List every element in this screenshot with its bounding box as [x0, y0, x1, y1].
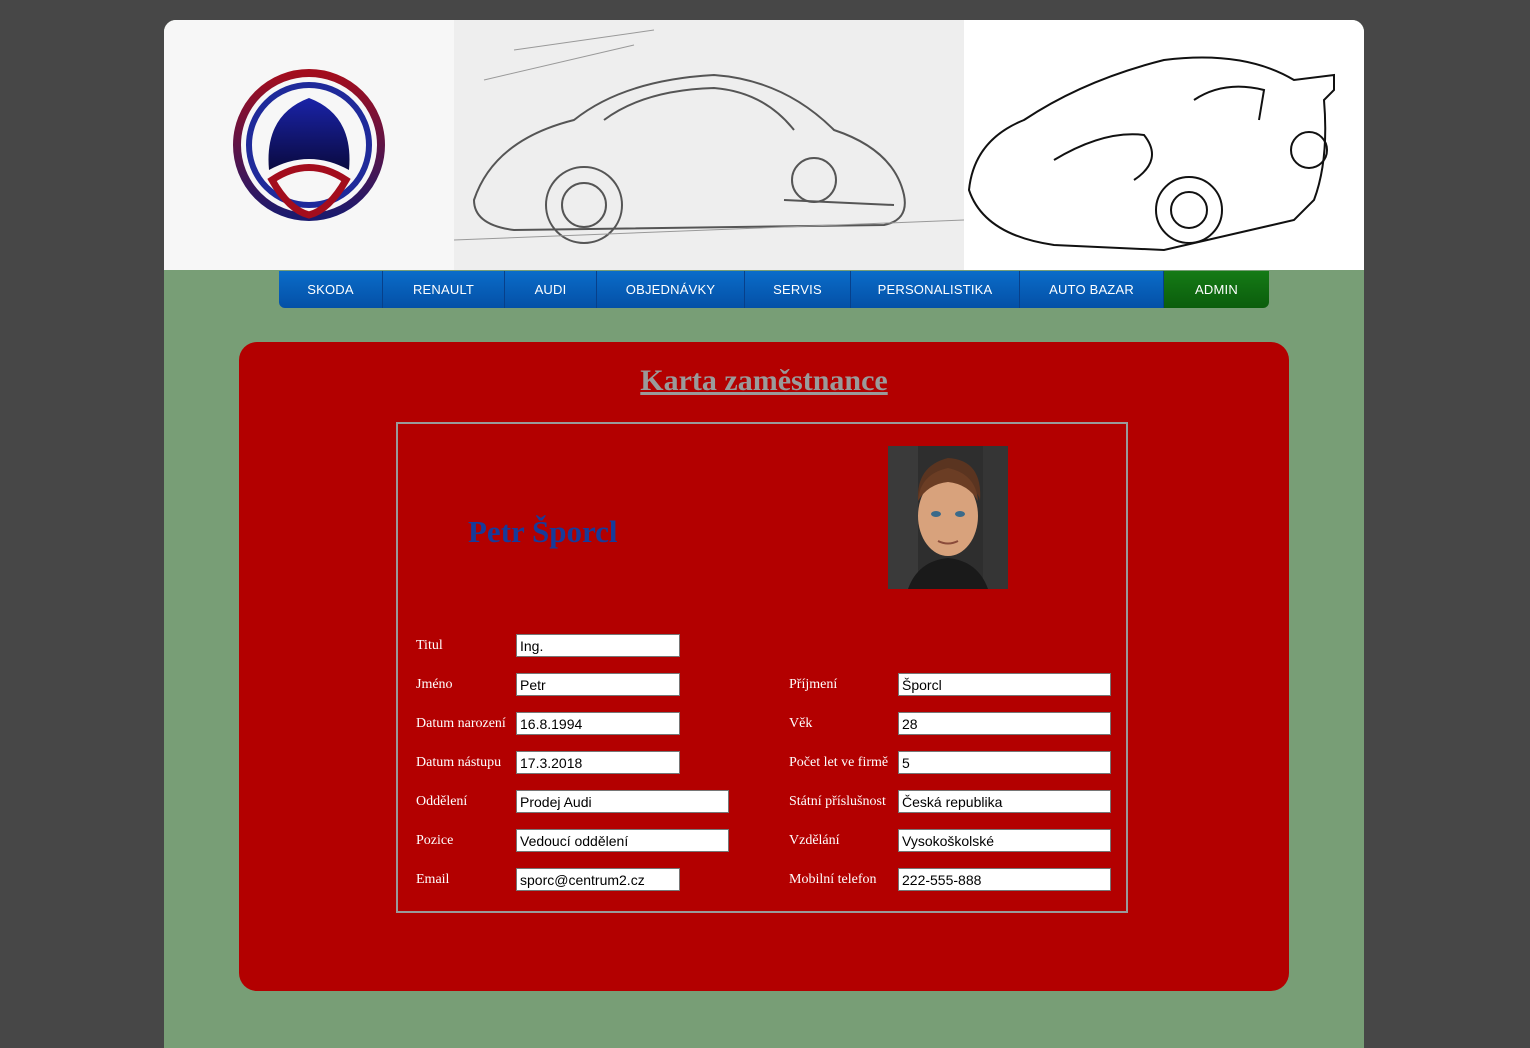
- employee-card: Karta zaměstnance Petr Šporcl Titul Ing.…: [239, 342, 1289, 991]
- vek-field[interactable]: [898, 712, 1111, 735]
- mobilni-telefon-field[interactable]: [898, 868, 1111, 891]
- brand-logo-icon[interactable]: [164, 20, 454, 270]
- nav-item-auto-bazar[interactable]: AUTO BAZAR: [1020, 271, 1164, 308]
- label-pocet-let: Počet let ve firmě: [789, 755, 889, 770]
- email-field[interactable]: [516, 868, 680, 891]
- car-sketch-image-2: [964, 20, 1364, 270]
- car-sketch-image-1: [453, 20, 965, 270]
- employee-form-panel: Petr Šporcl Titul Jméno: [396, 422, 1128, 913]
- vzdelani-field[interactable]: [898, 829, 1111, 852]
- label-mobilni-telefon: Mobilní telefon: [789, 872, 877, 887]
- nav-item-renault[interactable]: RENAULT: [383, 271, 505, 308]
- pozice-field[interactable]: [516, 829, 729, 852]
- pocet-let-field[interactable]: [898, 751, 1111, 774]
- label-datum-narozeni: Datum narození: [416, 716, 506, 731]
- datum-narozeni-field[interactable]: [516, 712, 680, 735]
- nav-item-objednavky[interactable]: OBJEDNÁVKY: [597, 271, 745, 308]
- label-jmeno: Jméno: [416, 677, 453, 692]
- nav-item-personalistika[interactable]: PERSONALISTIKA: [851, 271, 1020, 308]
- label-prijmeni: Příjmení: [789, 677, 838, 692]
- label-datum-nastupu: Datum nástupu: [416, 755, 502, 770]
- employee-name: Petr Šporcl: [468, 514, 618, 549]
- titul-field[interactable]: [516, 634, 680, 657]
- nav-item-audi[interactable]: AUDI: [505, 271, 597, 308]
- main-nav: SKODA RENAULT AUDI OBJEDNÁVKY SERVIS PER…: [279, 271, 1269, 308]
- nav-item-servis[interactable]: SERVIS: [745, 271, 851, 308]
- statni-prislusnost-field[interactable]: [898, 790, 1111, 813]
- oddeleni-field[interactable]: [516, 790, 729, 813]
- label-vzdelani: Vzdělání: [789, 833, 840, 848]
- nav-item-admin[interactable]: ADMIN: [1164, 271, 1269, 308]
- employee-photo: [888, 446, 1008, 589]
- card-title: Karta zaměstnance: [640, 364, 888, 397]
- datum-nastupu-field[interactable]: [516, 751, 680, 774]
- page-container: SKODA RENAULT AUDI OBJEDNÁVKY SERVIS PER…: [164, 20, 1364, 1048]
- label-pozice: Pozice: [416, 833, 454, 848]
- prijmeni-field[interactable]: [898, 673, 1111, 696]
- label-email: Email: [416, 872, 450, 887]
- jmeno-field[interactable]: [516, 673, 680, 696]
- logo-area: [164, 20, 454, 270]
- nav-item-skoda[interactable]: SKODA: [279, 271, 383, 308]
- label-statni-prislusnost: Státní příslušnost: [789, 794, 886, 809]
- label-titul: Titul: [416, 638, 443, 653]
- label-vek: Věk: [789, 716, 813, 731]
- label-oddeleni: Oddělení: [416, 794, 468, 809]
- header-banner: [164, 20, 1364, 270]
